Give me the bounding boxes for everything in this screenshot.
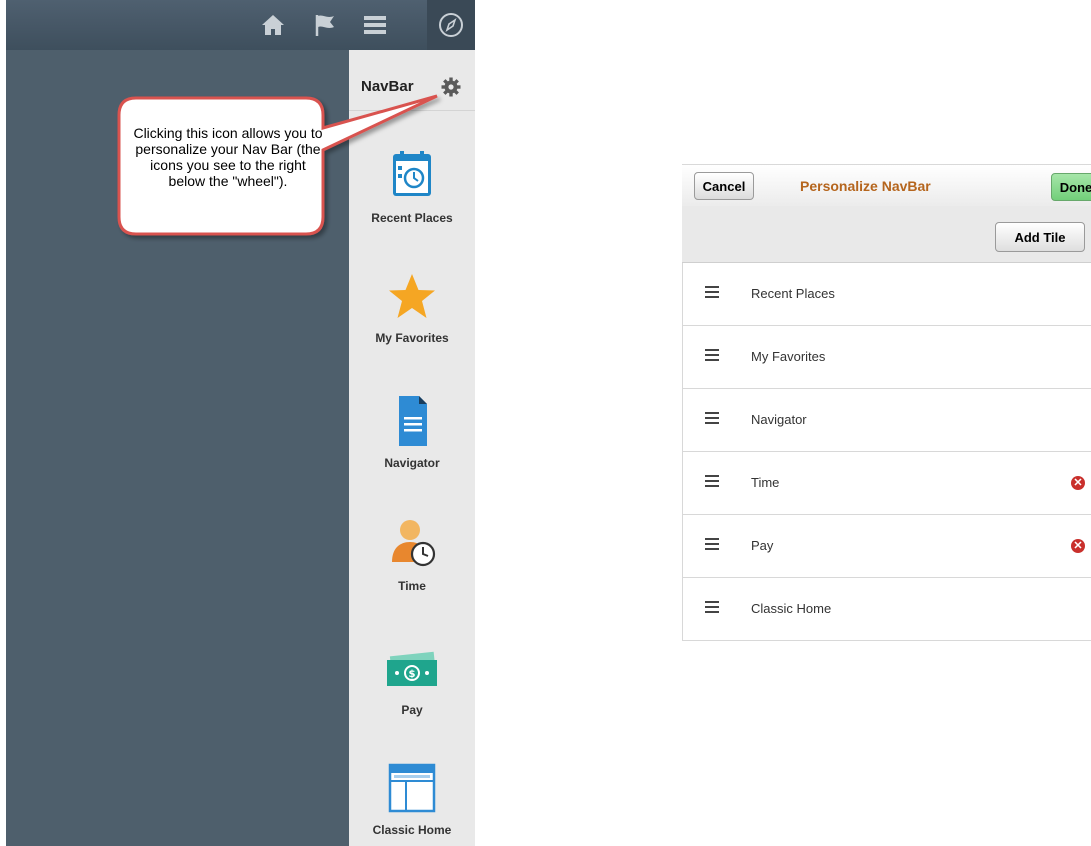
list-item[interactable]: My Favorites xyxy=(683,326,1091,389)
dialog-title: Personalize NavBar xyxy=(800,178,931,194)
nav-tile-time[interactable]: Time xyxy=(349,506,475,626)
navbar-screenshot: NavBar Recent Places My Favorites Naviga… xyxy=(6,0,475,846)
done-button[interactable]: Done xyxy=(1051,173,1091,201)
nav-tile-label: Navigator xyxy=(384,456,440,470)
list-item-label: Pay xyxy=(751,538,774,553)
list-item-label: Navigator xyxy=(751,412,807,427)
drag-handle-icon[interactable] xyxy=(705,349,719,361)
drag-handle-icon[interactable] xyxy=(705,475,719,487)
nav-tile-label: Time xyxy=(398,579,426,593)
dialog-header: Cancel Personalize NavBar Done xyxy=(682,164,1091,207)
money-icon: $ xyxy=(387,651,437,686)
nav-tile-label: My Favorites xyxy=(375,331,449,345)
list-item[interactable]: Recent Places xyxy=(683,263,1091,326)
cancel-button[interactable]: Cancel xyxy=(694,172,754,200)
remove-icon[interactable]: ✕ xyxy=(1071,476,1085,490)
callout-text: Clicking this icon allows you to persona… xyxy=(133,125,323,189)
list-item[interactable]: Pay ✕ xyxy=(683,515,1091,578)
list-item-label: Recent Places xyxy=(751,286,835,301)
nav-tile-label: Pay xyxy=(401,703,423,717)
window-icon xyxy=(388,763,436,813)
list-item-label: Time xyxy=(751,475,780,490)
nav-tile-navigator[interactable]: Navigator xyxy=(349,383,475,503)
drag-handle-icon[interactable] xyxy=(705,286,719,298)
add-tile-button[interactable]: Add Tile xyxy=(995,222,1085,252)
remove-icon[interactable]: ✕ xyxy=(1071,539,1085,553)
person-clock-icon xyxy=(392,520,436,567)
drag-handle-icon[interactable] xyxy=(705,538,719,550)
tile-list: Recent Places My Favorites Navigator Tim… xyxy=(682,263,1091,641)
drag-handle-icon[interactable] xyxy=(705,601,719,613)
svg-text:$: $ xyxy=(409,669,416,680)
list-item[interactable]: Classic Home xyxy=(683,578,1091,641)
list-item-label: Classic Home xyxy=(751,601,832,616)
personalize-navbar-dialog: Cancel Personalize NavBar Done Add Tile … xyxy=(682,164,1091,644)
list-item[interactable]: Time ✕ xyxy=(683,452,1091,515)
nav-tile-classic-home[interactable]: Classic Home xyxy=(349,750,475,846)
nav-tile-pay[interactable]: $ Pay xyxy=(349,630,475,750)
list-item[interactable]: Navigator xyxy=(683,389,1091,452)
drag-handle-icon[interactable] xyxy=(705,412,719,424)
document-icon xyxy=(399,396,427,446)
list-item-label: My Favorites xyxy=(751,349,826,364)
dialog-toolbar: Add Tile xyxy=(682,206,1091,263)
nav-tile-label: Classic Home xyxy=(372,823,452,837)
